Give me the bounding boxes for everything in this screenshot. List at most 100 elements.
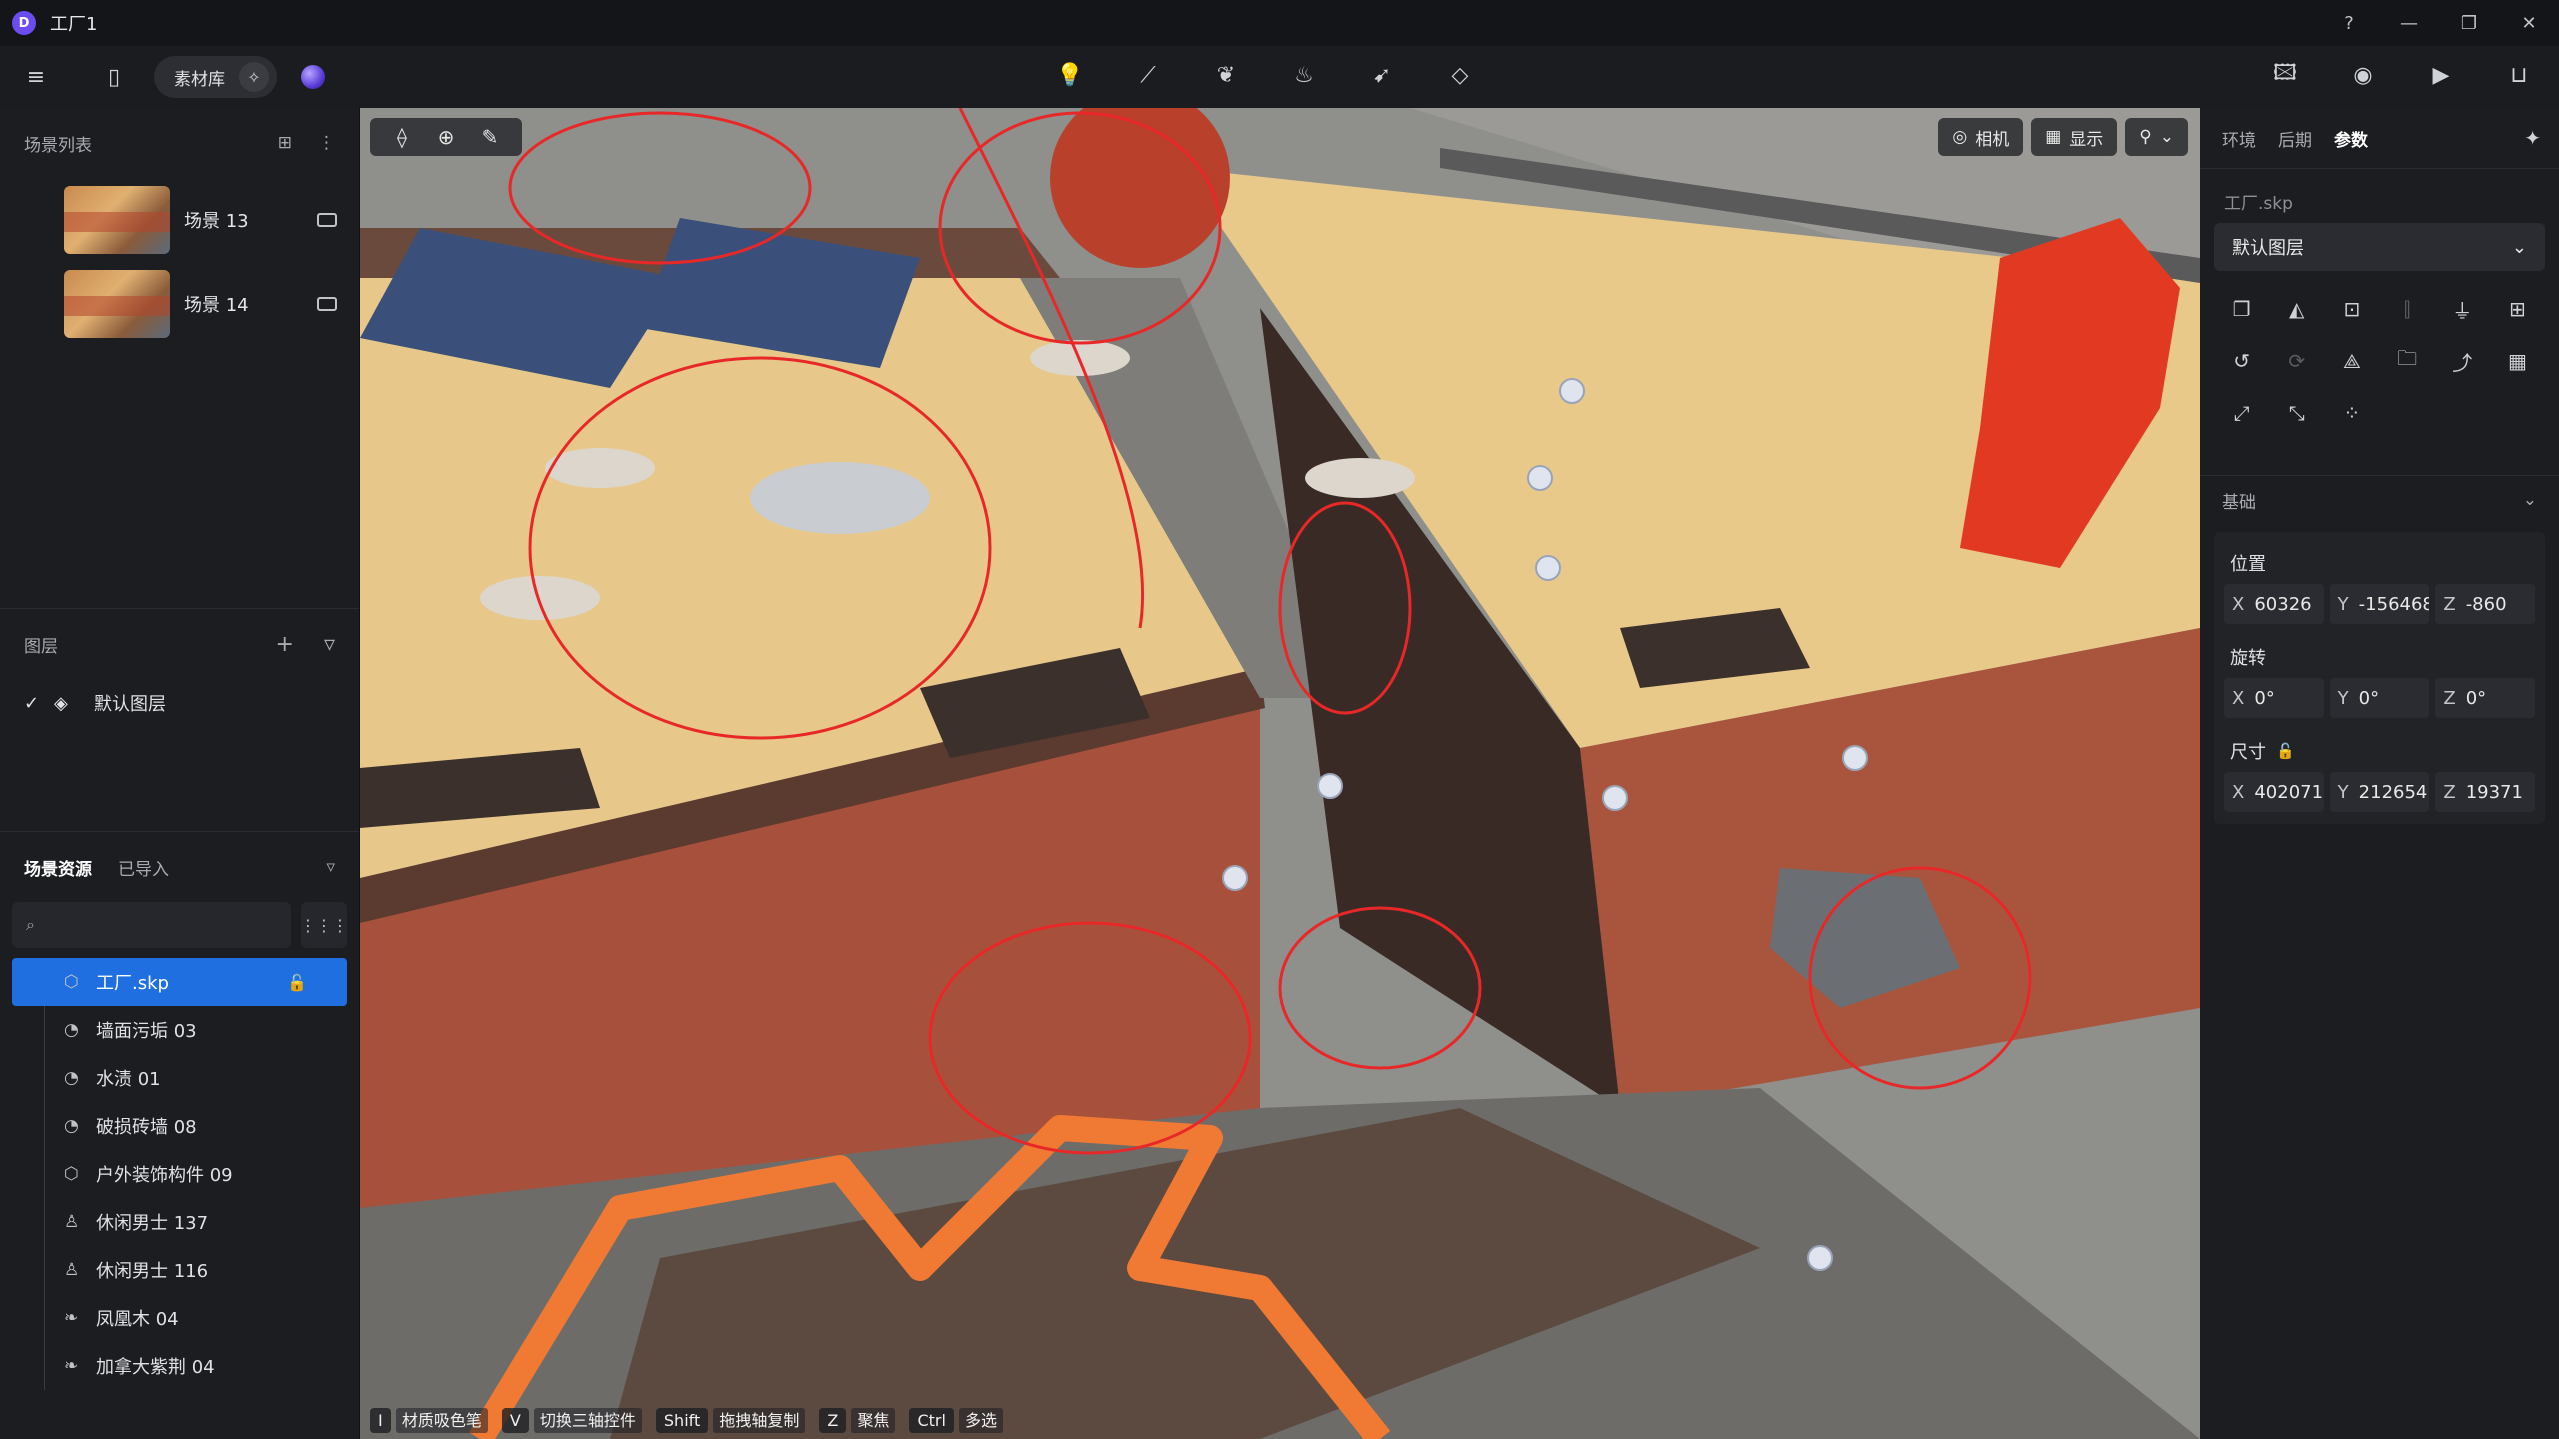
size-y-field[interactable]: Y 212654: [2329, 772, 2430, 812]
layer-filter-icon[interactable]: ▿: [324, 632, 335, 657]
person-icon: ♙: [64, 1260, 80, 1280]
position-y-field[interactable]: Y -156468: [2329, 584, 2430, 624]
scene-render: [360, 108, 2200, 1439]
cube-icon: ⬡: [64, 972, 79, 992]
asset-item[interactable]: ⬡ 工厂.skp 🔓: [12, 958, 347, 1006]
add-layer-icon[interactable]: +: [276, 632, 294, 657]
eraser-icon[interactable]: ◇: [1440, 55, 1480, 95]
global-axis-icon[interactable]: ⊕: [424, 125, 468, 149]
fire-tool-icon[interactable]: ♨: [1284, 55, 1324, 95]
app-logo: D: [12, 11, 36, 35]
asset-item[interactable]: ⬡ 户外装饰构件 09: [0, 1150, 359, 1198]
display-icon: ▦: [2045, 127, 2062, 147]
tab-environment[interactable]: 环境: [2222, 126, 2256, 151]
asset-item[interactable]: ❧ 凤凰木 04: [0, 1294, 359, 1342]
grid-view-icon[interactable]: ⋮⋮⋮: [300, 902, 348, 948]
video-icon[interactable]: ▶: [2421, 55, 2461, 95]
leaf-tool-icon[interactable]: ❦: [1206, 55, 1246, 95]
shrink-icon[interactable]: ⤡: [2269, 391, 2324, 435]
asset-filter-icon[interactable]: ▿: [326, 857, 335, 877]
asset-item[interactable]: ◔ 破损砖墙 08: [0, 1102, 359, 1150]
camera-button[interactable]: ◎ 相机: [1938, 118, 2024, 156]
display-button[interactable]: ▦ 显示: [2031, 118, 2118, 156]
select-add-icon[interactable]: ➹: [1362, 55, 1402, 95]
tab-params[interactable]: 参数: [2334, 126, 2368, 151]
tab-scene-assets[interactable]: 场景资源: [24, 855, 92, 880]
size-x-field[interactable]: X 402071: [2224, 772, 2324, 812]
position-z-field[interactable]: Z -860: [2435, 584, 2536, 624]
3d-viewport[interactable]: ⟠ ⊕ ✎ ◎ 相机 ▦ 显示 ⚲ ⌄ I 材质吸色笔 V 切换三轴控件 Shift …: [360, 108, 2200, 1439]
asset-item[interactable]: ◔ 水渍 01: [0, 1054, 359, 1102]
asset-item[interactable]: ♙ 休闲男士 137: [0, 1198, 359, 1246]
minimize-icon[interactable]: —: [2379, 0, 2439, 46]
library-label: 素材库: [174, 69, 225, 90]
scene-item[interactable]: 场景 13: [0, 178, 359, 262]
asset-name: 加拿大紫荆 04: [96, 1357, 215, 1378]
export-file-icon[interactable]: ▯: [94, 57, 134, 97]
scale-icon[interactable]: ⤢: [2214, 391, 2269, 435]
title-bar: D 工厂1 ? — ❐ ✕: [0, 0, 2559, 46]
focus-icon[interactable]: ⊡: [2324, 287, 2379, 331]
menu-icon[interactable]: ≡: [16, 57, 56, 97]
rotation-y-field[interactable]: Y 0°: [2329, 678, 2430, 718]
image-edit-icon[interactable]: 🖾: [2265, 55, 2305, 95]
material-apply-icon[interactable]: ⟁: [2324, 339, 2379, 383]
rotation-z-field[interactable]: Z 0°: [2435, 678, 2536, 718]
chevron-down-icon[interactable]: ⌄: [2523, 490, 2537, 510]
rotation-x-field[interactable]: X 0°: [2224, 678, 2324, 718]
path-tool-icon[interactable]: ⟋: [1128, 55, 1168, 95]
share-icon[interactable]: ⤴: [2435, 339, 2490, 383]
tab-post[interactable]: 后期: [2278, 126, 2312, 151]
check-icon[interactable]: ✓: [24, 693, 54, 714]
help-icon[interactable]: ?: [2319, 0, 2379, 46]
camera-icon[interactable]: ◉: [2343, 55, 2383, 95]
library-button[interactable]: 素材库 ✧: [154, 56, 277, 98]
hint-key: Ctrl: [909, 1408, 954, 1433]
close-icon[interactable]: ✕: [2499, 0, 2559, 46]
asset-item[interactable]: ◔ 墙面污垢 03: [0, 1006, 359, 1054]
navigation-mode-button[interactable]: ⚲ ⌄: [2125, 118, 2188, 156]
tab-imported[interactable]: 已导入: [118, 855, 169, 880]
reset-icon[interactable]: ⟳: [2269, 339, 2324, 383]
layers-title: 图层: [24, 636, 58, 657]
group-icon[interactable]: ▦: [2490, 339, 2545, 383]
chevron-down-icon: ⌄: [2511, 236, 2527, 258]
position-x-field[interactable]: X 60326: [2224, 584, 2324, 624]
ai-sparkle-icon[interactable]: ✧: [239, 62, 269, 92]
mirror-icon[interactable]: ◭: [2269, 287, 2324, 331]
lock-icon[interactable]: 🔓: [287, 973, 307, 992]
asset-search-input[interactable]: ⌕: [12, 902, 291, 948]
scatter-icon[interactable]: ⁘: [2324, 391, 2379, 435]
camera-icon[interactable]: [317, 213, 337, 227]
scene-more-icon[interactable]: ⋮: [318, 133, 335, 153]
left-panel: 场景列表 ⊞ ⋮ 场景 13 场景 14 图层 + ▿ ✓ ◈ 默认图层 场景资…: [0, 108, 360, 1439]
scene-item[interactable]: 场景 14: [0, 262, 359, 346]
scene-name: 场景 14: [184, 295, 249, 316]
add-box-icon[interactable]: ⊞: [2490, 287, 2545, 331]
layer-select[interactable]: 默认图层 ⌄: [2214, 223, 2545, 271]
viewport-tools: ⟠ ⊕ ✎: [370, 118, 522, 156]
ground-icon[interactable]: ⏚: [2435, 287, 2490, 331]
transform-tool-icon[interactable]: ⟠: [380, 125, 424, 149]
scene-list-title: 场景列表: [24, 135, 92, 156]
asset-item[interactable]: ♙ 休闲男士 116: [0, 1246, 359, 1294]
folder-icon[interactable]: 🗀: [2380, 339, 2435, 383]
hint-text: 聚焦: [851, 1408, 896, 1433]
assistant-orb-icon[interactable]: [301, 65, 325, 89]
add-scene-icon[interactable]: ⊞: [278, 133, 292, 153]
inbox-icon[interactable]: ⊔: [2499, 55, 2539, 95]
asset-item[interactable]: ❧ 加拿大紫荆 04: [0, 1342, 359, 1390]
asset-name: 墙面污垢 03: [96, 1021, 197, 1042]
duplicate-icon[interactable]: ❐: [2214, 287, 2269, 331]
camera-icon[interactable]: [317, 297, 337, 311]
position-y-value: -156468: [2358, 593, 2430, 615]
lock-ratio-icon[interactable]: 🔓: [2276, 742, 2295, 760]
size-z-field[interactable]: Z 19371: [2435, 772, 2536, 812]
magic-wand-icon[interactable]: ✦: [2524, 126, 2541, 150]
light-bulb-icon[interactable]: 💡: [1050, 55, 1090, 95]
restore-icon[interactable]: ❐: [2439, 0, 2499, 46]
undo-rotate-icon[interactable]: ↺: [2214, 339, 2269, 383]
layer-item[interactable]: ✓ ◈ 默认图层: [0, 679, 359, 727]
align-icon[interactable]: ⫿: [2380, 287, 2435, 331]
eyedropper-icon[interactable]: ✎: [468, 125, 512, 149]
